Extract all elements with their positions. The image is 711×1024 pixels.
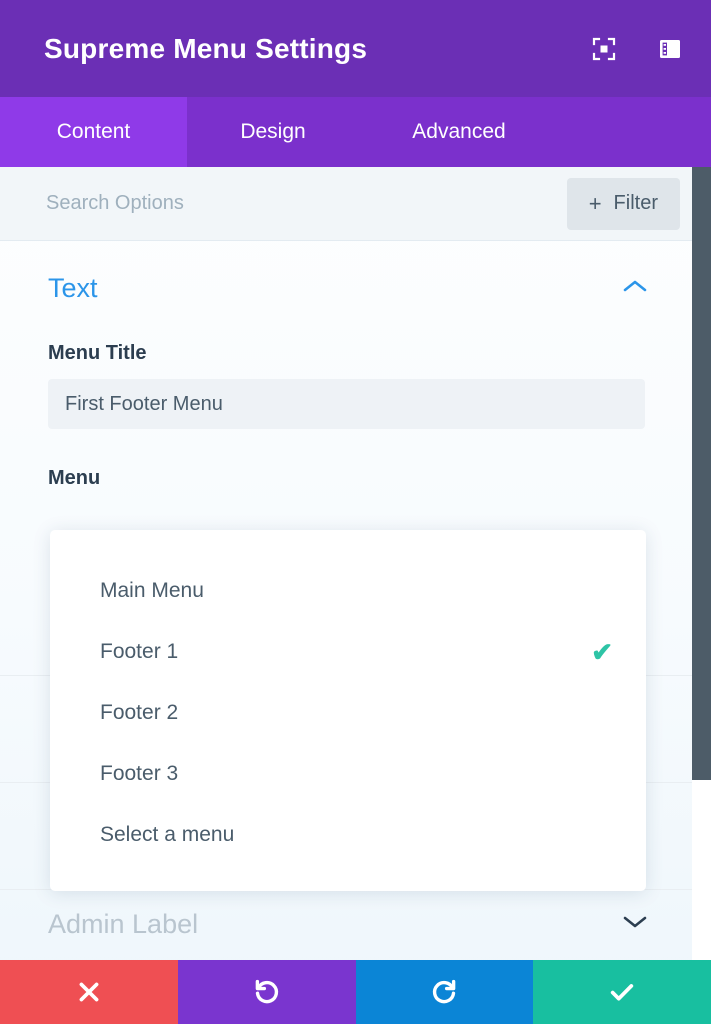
modal-header: Supreme Menu Settings — [0, 0, 711, 97]
tab-bar: Content Design Advanced — [0, 97, 711, 167]
dropdown-option-main-menu[interactable]: Main Menu — [50, 560, 646, 621]
dropdown-option-label: Footer 3 — [100, 761, 179, 785]
layout-panel-icon[interactable] — [657, 36, 683, 62]
menu-label: Menu — [48, 467, 101, 489]
check-icon — [610, 984, 634, 1001]
close-button[interactable] — [0, 960, 178, 1024]
section-header-admin-label[interactable]: Admin Label — [0, 909, 692, 940]
undo-icon — [255, 979, 278, 1004]
dropdown-option-footer-1[interactable]: Footer 1 ✔ — [50, 621, 646, 682]
tab-design-label: Design — [240, 120, 306, 143]
search-input[interactable] — [46, 192, 567, 215]
fullscreen-icon[interactable] — [591, 36, 617, 62]
page-title: Supreme Menu Settings — [44, 32, 368, 64]
undo-button[interactable] — [177, 960, 356, 1024]
close-icon — [79, 982, 99, 1002]
dropdown-option-footer-3[interactable]: Footer 3 — [50, 743, 646, 804]
chevron-down-icon[interactable] — [622, 914, 648, 935]
check-icon: ✔ — [591, 636, 613, 667]
menu-select-dropdown[interactable]: Main Menu Footer 1 ✔ Footer 2 Footer 3 S… — [50, 530, 646, 891]
redo-button[interactable] — [355, 960, 534, 1024]
filter-button-label: Filter — [613, 192, 658, 214]
field-menu: Menu — [0, 467, 692, 490]
redo-icon — [433, 979, 456, 1004]
save-button[interactable] — [533, 960, 711, 1024]
filter-button[interactable]: + Filter — [566, 177, 680, 230]
dropdown-option-label: Footer 2 — [100, 700, 179, 724]
tab-content[interactable]: Content — [0, 97, 187, 167]
menu-title-input[interactable] — [48, 379, 645, 429]
dropdown-option-footer-2[interactable]: Footer 2 — [50, 682, 646, 743]
header-icon-group — [591, 36, 683, 62]
dropdown-option-label: Footer 1 — [100, 639, 179, 663]
dropdown-option-label: Select a menu — [100, 822, 235, 846]
chevron-up-icon[interactable] — [622, 278, 648, 299]
tab-content-label: Content — [56, 120, 131, 143]
search-bar: + Filter — [0, 167, 692, 241]
action-bar — [0, 960, 711, 1024]
dropdown-option-select-a-menu[interactable]: Select a menu — [50, 804, 646, 865]
tab-design[interactable]: Design — [187, 97, 359, 167]
dropdown-option-label: Main Menu — [100, 578, 204, 602]
scrollbar-thumb[interactable] — [692, 167, 711, 780]
field-menu-title: Menu Title — [0, 342, 692, 429]
settings-modal: Supreme Menu Settings Content Design Adv… — [0, 0, 711, 1024]
section-header-text[interactable]: Text — [0, 241, 692, 304]
menu-title-label: Menu Title — [48, 342, 147, 364]
admin-label-title: Admin Label — [48, 909, 199, 939]
tab-advanced[interactable]: Advanced — [359, 97, 559, 167]
tab-advanced-label: Advanced — [412, 120, 506, 143]
plus-icon: + — [588, 190, 602, 216]
section-title: Text — [48, 273, 98, 303]
